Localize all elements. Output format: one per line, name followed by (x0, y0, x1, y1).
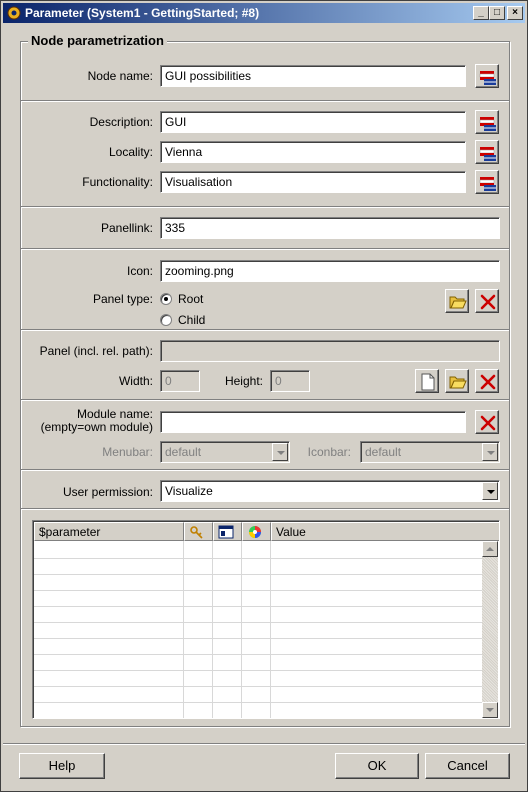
ok-button[interactable]: OK (335, 753, 419, 779)
parameter-dialog: Parameter (System1 - GettingStarted; #8)… (0, 0, 528, 792)
functionality-language-button[interactable] (475, 170, 499, 194)
chevron-down-icon[interactable] (482, 482, 498, 500)
module-clear-button[interactable] (475, 410, 499, 434)
help-button[interactable]: Help (19, 753, 105, 779)
functionality-label: Functionality: (82, 175, 153, 189)
window-title: Parameter (System1 - GettingStarted; #8) (25, 6, 260, 20)
close-button[interactable]: × (507, 6, 523, 20)
new-panel-button[interactable] (415, 369, 439, 393)
vertical-scrollbar[interactable] (482, 541, 498, 718)
color-wheel-icon (247, 526, 263, 540)
description-input[interactable]: GUI (160, 111, 466, 133)
menubar-value: default (165, 445, 202, 459)
user-permission-value: Visualize (165, 484, 213, 498)
panel-type-root-label: Root (178, 292, 204, 306)
table-row[interactable] (34, 606, 484, 607)
panel-type-label: Panel type: (92, 292, 153, 306)
menubar-label: Menubar: (102, 445, 153, 459)
table-row[interactable] (34, 574, 484, 575)
cancel-button[interactable]: Cancel (425, 753, 510, 779)
height-label: Height: (224, 374, 263, 388)
functionality-input[interactable]: Visualisation (160, 171, 466, 193)
separator (21, 100, 509, 102)
column-header-color[interactable] (242, 522, 271, 541)
separator (21, 329, 509, 331)
panel-type-child-label: Child (178, 313, 206, 327)
panellink-label: Panellink: (100, 221, 153, 235)
chevron-down-icon[interactable] (272, 443, 288, 461)
panel-type-root-radio[interactable] (160, 293, 172, 305)
description-language-button[interactable] (475, 110, 499, 134)
key-icon (189, 526, 205, 540)
column-header-value[interactable]: Value (271, 522, 499, 541)
description-label: Description: (89, 115, 153, 129)
group-legend: Node parametrization (28, 33, 167, 48)
panellink-input[interactable]: 335 (160, 217, 500, 239)
panel-browse-button[interactable] (445, 369, 469, 393)
height-input[interactable]: 0 (270, 370, 310, 392)
column-header-window[interactable] (213, 522, 242, 541)
locality-language-button[interactable] (475, 140, 499, 164)
user-permission-label: User permission: (62, 485, 153, 499)
column-divider (183, 541, 184, 718)
icon-input[interactable]: zooming.png (160, 260, 500, 282)
width-label: Width: (118, 374, 153, 388)
menubar-select[interactable]: default (160, 441, 290, 463)
table-row[interactable] (34, 686, 484, 687)
chevron-down-icon[interactable] (482, 443, 498, 461)
gear-icon (6, 5, 22, 21)
table-row[interactable] (34, 670, 484, 671)
separator (21, 399, 509, 401)
column-header-parameter[interactable]: $parameter (34, 522, 184, 541)
panel-clear-button[interactable] (475, 369, 499, 393)
icon-clear-button[interactable] (475, 289, 499, 313)
icon-label: Icon: (126, 264, 153, 278)
panel-type-child-radio[interactable] (160, 314, 172, 326)
panel-path-label: Panel (incl. rel. path): (39, 344, 153, 358)
iconbar-label: Iconbar: (307, 445, 351, 459)
table-row[interactable] (34, 590, 484, 591)
separator (21, 206, 509, 208)
locality-input[interactable]: Vienna (160, 141, 466, 163)
separator (21, 248, 509, 250)
node-name-label: Node name: (87, 69, 153, 83)
column-divider (270, 541, 271, 718)
scroll-down-icon[interactable] (482, 702, 498, 718)
width-input[interactable]: 0 (160, 370, 200, 392)
table-row[interactable] (34, 622, 484, 623)
table-row[interactable] (34, 638, 484, 639)
column-divider (241, 541, 242, 718)
window-icon (218, 525, 234, 540)
title-bar[interactable]: Parameter (System1 - GettingStarted; #8)… (3, 3, 525, 23)
column-divider (212, 541, 213, 718)
table-row[interactable] (34, 702, 484, 703)
table-row[interactable] (34, 558, 484, 559)
iconbar-select[interactable]: default (360, 441, 500, 463)
node-name-input[interactable]: GUI possibilities (160, 65, 466, 87)
node-name-language-button[interactable] (475, 64, 499, 88)
maximize-button[interactable]: □ (489, 6, 505, 20)
parameter-table[interactable]: $parameter Value (32, 520, 500, 719)
panel-path-input[interactable] (160, 340, 500, 362)
minimize-button[interactable]: _ (473, 6, 489, 20)
scroll-up-icon[interactable] (482, 541, 498, 557)
user-permission-select[interactable]: Visualize (160, 480, 500, 502)
column-header-key[interactable] (184, 522, 213, 541)
locality-label: Locality: (108, 145, 153, 159)
separator (21, 508, 509, 510)
module-name-label: Module name: (76, 407, 153, 421)
separator (21, 469, 509, 471)
iconbar-value: default (365, 445, 402, 459)
module-name-input[interactable] (160, 411, 466, 433)
table-row[interactable] (34, 654, 484, 655)
icon-browse-button[interactable] (445, 289, 469, 313)
module-name-hint: (empty=own module) (40, 420, 153, 434)
